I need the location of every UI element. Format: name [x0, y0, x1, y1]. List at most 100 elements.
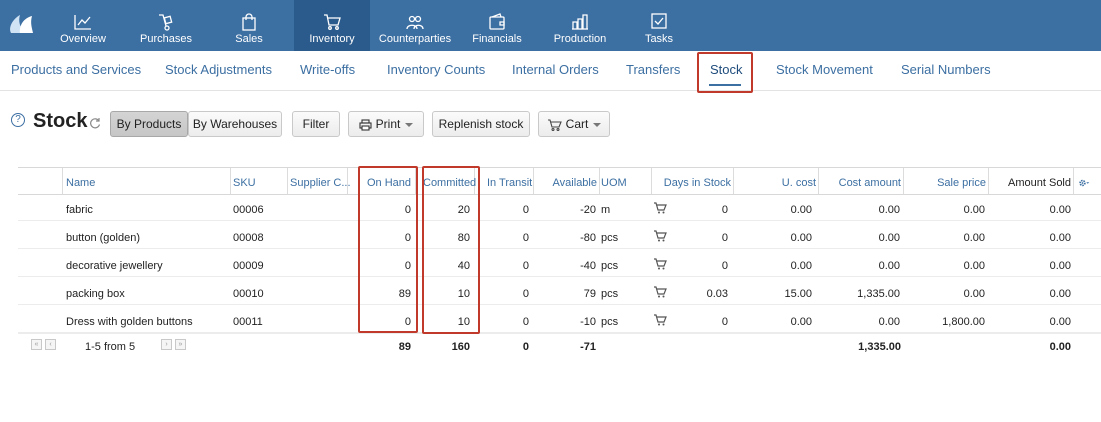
total-on-hand: 89	[398, 341, 411, 353]
column-header-amount-sold[interactable]: Amount Sold	[990, 177, 1071, 189]
subnav-stock-adjustments[interactable]: Stock Adjustments	[165, 62, 272, 77]
app-logo-icon[interactable]	[8, 13, 34, 35]
cell-sku: 00011	[233, 316, 263, 328]
nav-label: Financials	[472, 33, 522, 45]
totals-divider	[18, 333, 1101, 334]
cart-icon	[547, 119, 562, 131]
subnav-write-offs[interactable]: Write-offs	[300, 62, 355, 77]
cell-days: 0	[721, 204, 728, 216]
cell-amount-sold: 0.00	[1049, 232, 1071, 244]
chevron-down-icon	[405, 122, 414, 127]
nav-tasks[interactable]: Tasks	[621, 0, 697, 51]
nav-purchases[interactable]: Purchases	[128, 0, 204, 51]
replenish-stock-button[interactable]: Replenish stock	[432, 111, 530, 137]
add-to-cart-icon[interactable]	[653, 230, 667, 242]
nav-sales[interactable]: Sales	[211, 0, 287, 51]
cell-name[interactable]: Dress with golden buttons	[66, 316, 193, 328]
column-separator	[62, 168, 63, 194]
print-button[interactable]: Print	[348, 111, 424, 137]
column-header-sku[interactable]: SKU	[233, 177, 256, 189]
prev-page-button[interactable]: ‹	[45, 339, 56, 350]
column-header-in-transit[interactable]: In Transit	[487, 177, 532, 189]
cell-uom: pcs	[601, 232, 619, 244]
nav-label: Purchases	[140, 33, 192, 45]
column-separator	[733, 168, 734, 194]
cell-ucost: 0.00	[790, 316, 812, 328]
subnav-products-services[interactable]: Products and Services	[11, 62, 141, 77]
subnav-internal-orders[interactable]: Internal Orders	[512, 62, 599, 77]
column-header-available[interactable]: Available	[535, 177, 597, 189]
cell-cost-amount: 0.00	[878, 260, 900, 272]
cell-ucost: 15.00	[784, 288, 812, 300]
subnav-serial-numbers[interactable]: Serial Numbers	[901, 62, 991, 77]
nav-label: Production	[553, 33, 607, 45]
column-separator	[599, 168, 600, 194]
column-header-days-in-stock[interactable]: Days in Stock	[653, 177, 731, 189]
nav-overview[interactable]: Overview	[45, 0, 121, 51]
cell-amount-sold: 0.00	[1049, 260, 1071, 272]
last-page-button[interactable]: »	[175, 339, 186, 350]
cell-days: 0	[721, 260, 728, 272]
add-to-cart-icon[interactable]	[653, 258, 667, 270]
add-to-cart-icon[interactable]	[653, 202, 667, 214]
column-separator	[230, 168, 231, 194]
people-icon	[406, 15, 424, 30]
cell-amount-sold: 0.00	[1049, 316, 1071, 328]
cell-uom: pcs	[601, 316, 619, 328]
refresh-icon[interactable]	[89, 117, 101, 129]
cell-sku: 00008	[233, 232, 264, 244]
help-icon[interactable]: ?	[11, 113, 25, 127]
add-to-cart-icon[interactable]	[653, 314, 667, 326]
subnav-transfers[interactable]: Transfers	[626, 62, 680, 77]
by-warehouses-button[interactable]: By Warehouses	[188, 111, 282, 137]
cell-sale-price: 0.00	[963, 204, 985, 216]
cell-available: -40	[580, 260, 596, 272]
nav-counterparties[interactable]: Counterparties	[377, 0, 453, 51]
cell-sku: 00006	[233, 204, 264, 216]
cell-cost-amount: 0.00	[878, 232, 900, 244]
column-settings-gear-icon[interactable]	[1078, 177, 1090, 189]
column-separator	[533, 168, 534, 194]
column-header-supplier-code[interactable]: Supplier C...	[290, 177, 351, 189]
nav-production[interactable]: Production	[542, 0, 618, 51]
column-header-name[interactable]: Name	[66, 177, 95, 189]
by-products-button[interactable]: By Products	[110, 111, 188, 137]
dolly-icon	[159, 14, 173, 31]
column-header-cost-amount[interactable]: Cost amount	[820, 177, 901, 189]
cell-name[interactable]: button (golden)	[66, 232, 140, 244]
row-divider	[18, 220, 1101, 221]
nav-financials[interactable]: Financials	[459, 0, 535, 51]
checkbox-icon	[651, 13, 667, 29]
cart-label: Cart	[565, 117, 589, 131]
nav-inventory[interactable]: Inventory	[294, 0, 370, 51]
nav-label: Counterparties	[378, 33, 452, 45]
first-page-button[interactable]: «	[31, 339, 42, 350]
cell-sale-price: 1,800.00	[942, 316, 985, 328]
highlight-on-hand-column	[358, 166, 418, 333]
total-committed: 160	[451, 341, 470, 353]
filter-button[interactable]: Filter	[292, 111, 340, 137]
highlight-stock-tab	[697, 52, 753, 93]
total-cost-amount: 1,335.00	[858, 341, 901, 353]
next-page-button[interactable]: ›	[161, 339, 172, 350]
pager-text: 1-5 from 5	[85, 341, 136, 353]
cell-uom: pcs	[601, 288, 619, 300]
total-amount-sold: 0.00	[1049, 341, 1071, 353]
column-header-sale-price[interactable]: Sale price	[905, 177, 986, 189]
subnav-inventory-counts[interactable]: Inventory Counts	[387, 62, 485, 77]
column-header-uom[interactable]: UOM	[601, 177, 627, 189]
cell-in-transit: 0	[522, 232, 529, 244]
cart-button[interactable]: Cart	[538, 111, 610, 137]
cell-name[interactable]: packing box	[66, 288, 125, 300]
cell-days: 0	[721, 316, 728, 328]
cell-name[interactable]: decorative jewellery	[66, 260, 163, 272]
row-divider	[18, 276, 1101, 277]
cell-sale-price: 0.00	[963, 288, 985, 300]
cell-name[interactable]: fabric	[66, 204, 93, 216]
subnav-stock-movement[interactable]: Stock Movement	[776, 62, 873, 77]
cell-sku: 00009	[233, 260, 264, 272]
column-header-unit-cost[interactable]: U. cost	[735, 177, 816, 189]
add-to-cart-icon[interactable]	[653, 286, 667, 298]
shopping-bag-icon	[242, 13, 256, 31]
nav-label: Sales	[235, 33, 263, 45]
